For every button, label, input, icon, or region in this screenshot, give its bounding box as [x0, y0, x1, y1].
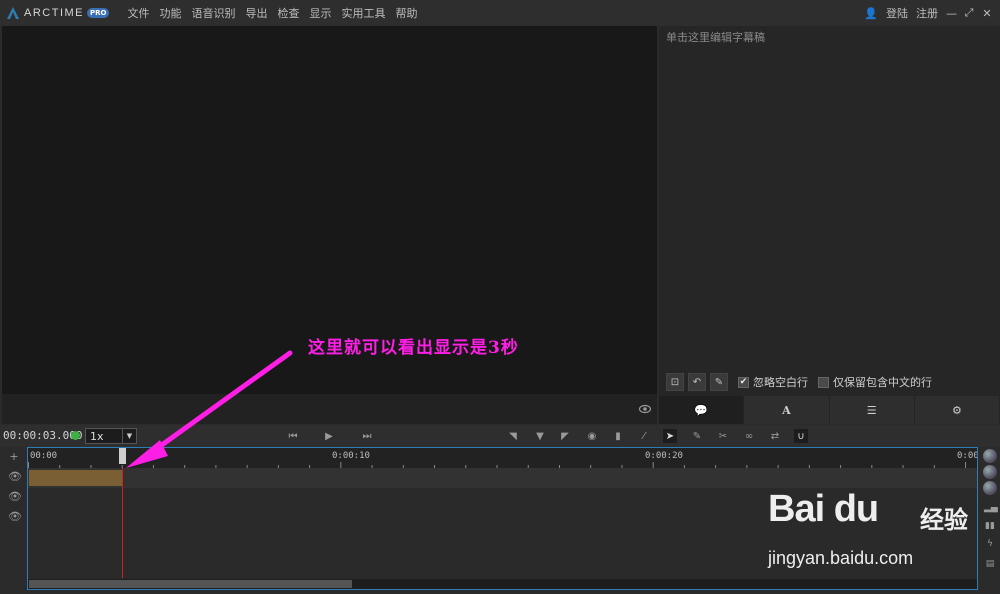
- editor-tabs: 💬 A ☰ ⚙: [659, 396, 1000, 424]
- ignore-blank-label: 忽略空白行: [753, 376, 808, 389]
- insert-button[interactable]: ⊡: [666, 373, 684, 391]
- register-link[interactable]: 注册: [916, 5, 938, 21]
- magnet-icon[interactable]: ∪: [794, 429, 808, 443]
- eye-icon[interactable]: 👁: [8, 471, 22, 483]
- menu-bar: ARCTIME PRO 文件 功能 语音识别 导出 检查 显示 实用工具 帮助 …: [0, 0, 1000, 26]
- undo-button[interactable]: ↶: [688, 373, 706, 391]
- editor-placeholder: 单击这里编辑字幕稿: [666, 31, 765, 44]
- list-icon: ☰: [866, 403, 877, 417]
- zoom-knob[interactable]: [983, 465, 997, 479]
- speed-select[interactable]: 1x ▼: [85, 428, 137, 444]
- ruler-label: 0:00:10: [332, 451, 370, 461]
- playhead-line[interactable]: [121, 468, 123, 578]
- volume-knob[interactable]: [983, 449, 997, 463]
- user-icon: 👤: [864, 6, 878, 20]
- undo-icon: ↶: [692, 376, 702, 388]
- watermark-cn: 经验: [920, 506, 968, 534]
- arctime-logo-icon: [7, 7, 19, 19]
- status-indicator: [71, 431, 80, 440]
- menu-item-export[interactable]: 导出: [245, 5, 267, 21]
- minimize-icon[interactable]: —: [946, 7, 957, 20]
- timeline-ruler[interactable]: 00:00 0:00:10 0:00:20 0:00: [28, 448, 977, 468]
- watermark-url: jingyan.baidu.com: [768, 548, 914, 568]
- maximize-icon[interactable]: ⤢: [964, 6, 974, 20]
- chevron-down-icon[interactable]: ▼: [122, 429, 136, 443]
- tab-list[interactable]: ☰: [829, 396, 915, 424]
- subtitle-track[interactable]: [28, 468, 977, 488]
- menu-item-speech[interactable]: 语音识别: [191, 5, 235, 21]
- mark-in-icon[interactable]: ◥: [506, 429, 520, 443]
- wand-icon[interactable]: ⁄: [637, 429, 651, 443]
- baidu-watermark: Bai du 经验 jingyan.baidu.com: [768, 486, 998, 576]
- pencil-icon: ✎: [714, 376, 724, 388]
- editor-toolbar: ⊡ ↶ ✎ ✔ 忽略空白行 仅保留包含中文的行: [659, 368, 1000, 396]
- checkbox-box[interactable]: [818, 376, 829, 388]
- ruler-label: 0:00:20: [645, 451, 683, 461]
- playhead-handle[interactable]: [118, 448, 126, 464]
- menu-item-file[interactable]: 文件: [127, 5, 149, 21]
- scissors-icon[interactable]: ✂: [716, 429, 730, 443]
- menu-right: 👤 登陆 注册 — ⤢ ✕: [864, 0, 992, 26]
- eye-icon[interactable]: 👁: [8, 511, 22, 523]
- menu-item-display[interactable]: 显示: [309, 5, 331, 21]
- timeline-toolbar: 00:00:03.000 1x ▼ ⏮ ▶ ⏭ ◥ ▼ ◤ ◉ ▮ ⁄ ➤ ✎ …: [0, 425, 1000, 447]
- mark-out-icon[interactable]: ◤: [558, 429, 572, 443]
- subtitle-editor[interactable]: 单击这里编辑字幕稿: [659, 26, 1000, 368]
- subtitle-clip[interactable]: [29, 470, 122, 486]
- font-icon: A: [782, 403, 791, 417]
- link-icon[interactable]: ∞: [742, 429, 756, 443]
- keep-chinese-checkbox[interactable]: 仅保留包含中文的行: [818, 374, 932, 390]
- watermark-logo: Bai du: [768, 488, 879, 530]
- ruler-label: 00:00: [30, 451, 58, 461]
- logo-text: ARCTIME: [24, 7, 84, 19]
- menu-item-check[interactable]: 检查: [277, 5, 299, 21]
- app-logo: ARCTIME PRO: [6, 6, 110, 20]
- close-icon[interactable]: ✕: [982, 7, 992, 20]
- tab-font[interactable]: A: [744, 396, 830, 424]
- keep-chinese-label: 仅保留包含中文的行: [833, 376, 932, 389]
- tab-chat[interactable]: 💬: [659, 396, 745, 424]
- add-track-icon[interactable]: +: [8, 451, 20, 463]
- timeline-scrollbar[interactable]: [28, 579, 977, 589]
- checkbox-box[interactable]: ✔: [738, 376, 749, 388]
- ignore-blank-checkbox[interactable]: ✔ 忽略空白行: [738, 374, 808, 390]
- swap-icon[interactable]: ⇄: [768, 429, 782, 443]
- skip-start-icon[interactable]: ⏮: [286, 429, 300, 443]
- annotation-text: 这里就可以看出显示是3秒: [308, 338, 519, 358]
- ruler-label: 0:00: [957, 451, 978, 461]
- edit-tool-icon[interactable]: ✎: [690, 429, 704, 443]
- tab-settings[interactable]: ⚙: [914, 396, 1000, 424]
- eye-icon[interactable]: [639, 403, 651, 415]
- video-status-bar: [2, 394, 657, 424]
- menu-item-tools[interactable]: 实用工具: [341, 5, 385, 21]
- skip-end-icon[interactable]: ⏭: [360, 429, 374, 443]
- scrollbar-thumb[interactable]: [29, 580, 352, 588]
- track-controls: + 👁 👁 👁: [0, 447, 27, 594]
- gear-icon: ⚙: [951, 403, 962, 417]
- chat-bubble-icon: 💬: [694, 403, 708, 417]
- bookmark-icon[interactable]: ▮: [611, 429, 625, 443]
- pointer-tool-icon[interactable]: ➤: [663, 429, 677, 443]
- menu-item-help[interactable]: 帮助: [395, 5, 417, 21]
- edit-button[interactable]: ✎: [710, 373, 728, 391]
- play-icon[interactable]: ▶: [322, 429, 336, 443]
- insert-icon: ⊡: [670, 376, 680, 388]
- menu-item-function[interactable]: 功能: [159, 5, 181, 21]
- eye-icon[interactable]: 👁: [8, 491, 22, 503]
- mark-down-icon[interactable]: ▼: [533, 429, 547, 443]
- login-link[interactable]: 登陆: [886, 5, 908, 21]
- speed-value: 1x: [90, 429, 104, 443]
- camera-icon[interactable]: ◉: [585, 429, 599, 443]
- logo-badge: PRO: [87, 8, 110, 18]
